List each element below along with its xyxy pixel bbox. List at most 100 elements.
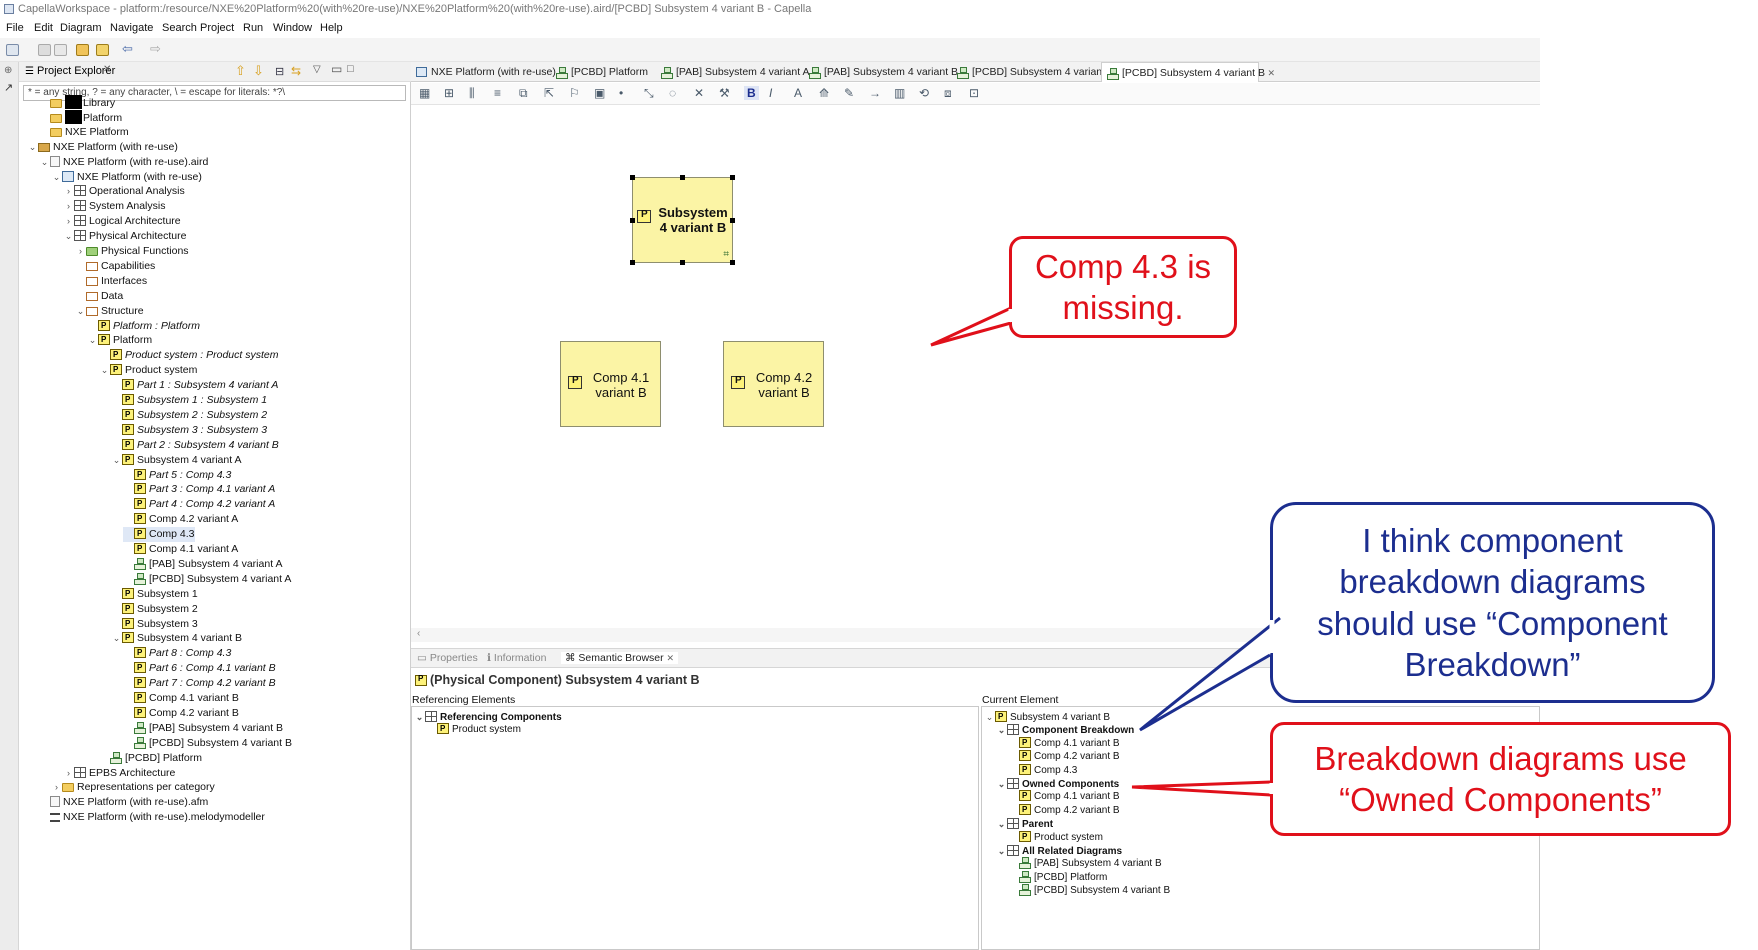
tools-icon[interactable]: ⚒ [719,86,730,100]
tree-item[interactable]: Subsystem 1 : Subsystem 1 [111,393,267,408]
zoom-icon[interactable]: ▣ [594,86,605,100]
tree-item[interactable]: Part 2 : Subsystem 4 variant B [111,438,279,453]
menu-file[interactable]: File [6,22,24,34]
tree-item[interactable]: [PCBD] Subsystem 4 variant A [123,572,291,587]
tree-item[interactable]: Comp 4.2 variant A [123,512,238,527]
back-icon[interactable]: ⇦ [122,41,133,57]
close-icon[interactable]: ✕ [103,64,111,75]
expand-icon[interactable]: ⌄ [984,710,995,724]
semantic-tree-item[interactable]: [PCBD] Subsystem 4 variant B [1008,884,1170,899]
editor-tab[interactable]: [PCBD] Subsystem 4 variant B ✕ [1101,62,1275,82]
menu-navigate[interactable]: Navigate [110,22,153,34]
tab-semantic-browser[interactable]: ⌘ Semantic Browser ✕ [561,652,679,664]
pin-icon[interactable]: ↗ [4,81,13,94]
tree-item[interactable]: Comp 4.3 [123,527,195,543]
tree-item[interactable]: [PAB] Subsystem 4 variant A [123,557,282,572]
forward-icon[interactable]: ⇨ [150,41,161,57]
fill-icon[interactable]: ⟰ [819,86,829,100]
view-menu-icon[interactable]: ▽ [313,64,321,75]
collapse-icon[interactable]: › [63,199,74,213]
menu-window[interactable]: Window [273,22,312,34]
select-all-icon[interactable]: ▦ [419,86,430,100]
tree-item[interactable]: ⌄ NXE Platform (with re-use) [27,140,178,155]
menu-edit[interactable]: Edit [34,22,53,34]
tree-item[interactable]: NXE Platform (with re-use).afm [39,795,208,810]
tree-item[interactable]: Part 8 : Comp 4.3 [123,646,231,661]
up-arrow-icon[interactable]: ⇧ [235,63,246,79]
filter-icon[interactable]: ≡ [494,86,501,100]
tree-item[interactable]: › EPBS Architecture [63,766,175,781]
arrange-icon[interactable]: ⊞ [444,86,454,100]
tree-item[interactable]: Capabilities [75,259,155,274]
tree-item[interactable]: Part 3 : Comp 4.1 variant A [123,482,275,497]
tree-item[interactable]: NXE Platform (with re-use).melodymodelle… [39,810,265,825]
tree-item[interactable]: Part 4 : Comp 4.2 variant A [123,497,275,512]
tree-item[interactable]: Comp 4.1 variant B [123,691,239,706]
expand-icon[interactable]: ⌄ [87,333,98,347]
tree-item[interactable]: Platform : Platform [87,319,200,334]
tree-item[interactable]: Part 5 : Comp 4.3 [123,468,231,483]
expand-icon[interactable]: ⌄ [996,817,1007,831]
expand-icon[interactable]: ⌄ [39,155,50,169]
tree-item[interactable]: ⌄ Physical Architecture [63,229,186,244]
tree-item[interactable]: Subsystem 3 : Subsystem 3 [111,423,267,438]
menu-diagram[interactable]: Diagram [60,22,102,34]
tab-properties[interactable]: ▭ Properties [417,652,478,664]
distribute-icon[interactable]: ⫼ [469,86,475,101]
editor-tab[interactable]: NXE Platform (with re-use) [411,62,556,82]
expand-icon[interactable]: ⌄ [75,304,86,318]
expand-icon[interactable]: ⌄ [63,229,74,243]
tab-information[interactable]: ℹ Information [487,652,546,664]
tree-item[interactable]: Interfaces [75,274,147,289]
close-icon[interactable]: ✕ [1265,68,1275,78]
menu-run[interactable]: Run [243,22,263,34]
expand-icon[interactable]: ⌄ [414,710,425,724]
font-color-icon[interactable]: A [794,86,802,100]
editor-tab[interactable]: [PCBD] Platform [551,62,654,82]
expand-icon[interactable]: ⌄ [51,170,62,184]
tree-item[interactable]: Part 6 : Comp 4.1 variant B [123,661,276,676]
close-icon[interactable]: ✕ [667,653,675,663]
editor-tab[interactable]: [PAB] Subsystem 4 variant B [804,62,958,82]
save-all-icon[interactable] [54,44,67,56]
tree-item[interactable]: Subsystem 3 [111,617,198,632]
tree-item[interactable]: [PAB] Subsystem 4 variant B [123,721,283,736]
layer-icon[interactable]: ⧉ [519,86,528,101]
tree-item[interactable]: Subsystem 2 [111,602,198,617]
save-icon[interactable] [38,44,51,56]
selection-handle[interactable] [630,175,635,180]
menu-project[interactable]: Project [200,22,234,34]
selection-handle[interactable] [630,260,635,265]
tree-item[interactable]: ⌄ Subsystem 4 variant B [111,631,242,646]
comp-4-2-variant-b-node[interactable]: Comp 4.2 variant B [723,341,824,427]
style-icon[interactable]: ⚐ [569,86,580,100]
tree-item[interactable]: ⌄ Platform [87,333,152,348]
snap-icon[interactable]: ⧈ [944,86,952,101]
collapse-icon[interactable]: › [63,214,74,228]
expand-icon[interactable]: ⌄ [27,140,38,154]
italic-icon[interactable]: I [769,86,772,100]
maximize-icon[interactable]: □ [347,63,354,75]
tree-item[interactable]: Platform [39,109,122,125]
tree-item[interactable]: › System Analysis [63,199,165,214]
expand-icon[interactable]: ⌄ [99,363,110,377]
tree-item[interactable]: › Operational Analysis [63,184,185,199]
collapse-icon[interactable]: › [75,244,86,258]
grid-icon[interactable]: ▥ [894,86,905,100]
node-icon[interactable]: • [619,86,623,100]
tree-item[interactable]: Part 1 : Subsystem 4 variant A [111,378,278,393]
edge-icon[interactable]: ⤡ [644,86,654,101]
open-folder-icon[interactable] [76,44,89,56]
export-icon[interactable]: ⇱ [544,86,554,100]
fit-icon[interactable]: ⊡ [969,86,979,100]
semantic-tree-item[interactable]: Product system [426,722,521,738]
down-arrow-icon[interactable]: ⇩ [253,63,264,79]
tree-item[interactable]: [PCBD] Subsystem 4 variant B [123,736,292,751]
tree-item[interactable]: › Logical Architecture [63,214,181,229]
expand-icon[interactable]: ⌄ [111,453,122,467]
tree-item[interactable]: › Physical Functions [75,244,189,259]
minimize-icon[interactable]: ▭ [331,62,342,76]
hide-icon[interactable]: ◌ [669,86,676,100]
selection-handle[interactable] [730,218,735,223]
expand-icon[interactable]: ⌄ [996,844,1007,858]
